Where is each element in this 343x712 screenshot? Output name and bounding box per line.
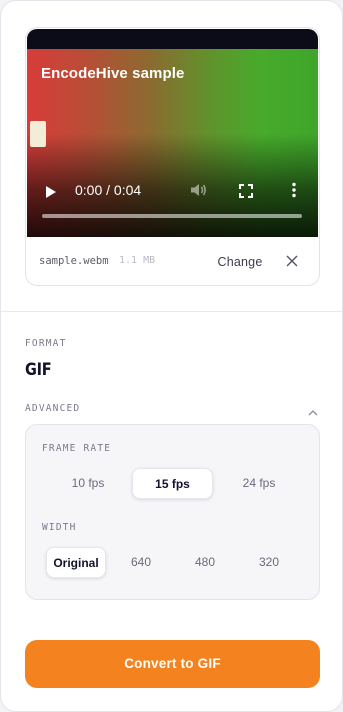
section-divider xyxy=(1,311,342,312)
width-option-320[interactable]: 320 xyxy=(240,547,298,578)
time-display: 0:00 / 0:04 xyxy=(75,182,142,198)
upload-preview: EncodeHive sample 0:00 / 0:04 sample.web… xyxy=(25,27,320,286)
advanced-panel: FRAME RATE 10 fps 15 fps 24 fps WIDTH Or… xyxy=(25,424,320,600)
play-icon[interactable] xyxy=(45,184,57,203)
convert-button[interactable]: Convert to GIF xyxy=(25,640,320,688)
chevron-up-icon[interactable] xyxy=(307,403,319,416)
close-icon[interactable] xyxy=(283,252,301,270)
converter-card: EncodeHive sample 0:00 / 0:04 sample.web… xyxy=(0,0,343,712)
file-info-row: sample.webm 1.1 MB Change xyxy=(26,238,319,285)
width-option-640[interactable]: 640 xyxy=(112,547,170,578)
video-title: EncodeHive sample xyxy=(41,65,185,82)
frame-rate-option-10[interactable]: 10 fps xyxy=(56,468,120,499)
video-progress-bar[interactable] xyxy=(42,214,302,218)
width-label: WIDTH xyxy=(42,522,77,533)
format-label: FORMAT xyxy=(25,338,67,349)
frame-rate-option-15[interactable]: 15 fps xyxy=(132,468,213,499)
file-size: 1.1 MB xyxy=(119,255,156,266)
frame-rate-label: FRAME RATE xyxy=(42,443,112,454)
volume-icon[interactable] xyxy=(189,182,207,202)
change-file-button[interactable]: Change xyxy=(211,250,269,274)
fullscreen-icon[interactable] xyxy=(239,183,253,202)
advanced-toggle[interactable]: ADVANCED xyxy=(25,403,80,414)
width-option-480[interactable]: 480 xyxy=(176,547,234,578)
frame-rate-option-24[interactable]: 24 fps xyxy=(225,468,293,499)
width-option-original[interactable]: Original xyxy=(46,547,106,578)
more-options-icon[interactable] xyxy=(291,182,297,202)
video-player[interactable]: EncodeHive sample 0:00 / 0:04 xyxy=(27,29,318,237)
file-name: sample.webm xyxy=(39,255,109,267)
video-overlay-thumb xyxy=(30,121,46,147)
format-value: GIF xyxy=(25,360,52,380)
